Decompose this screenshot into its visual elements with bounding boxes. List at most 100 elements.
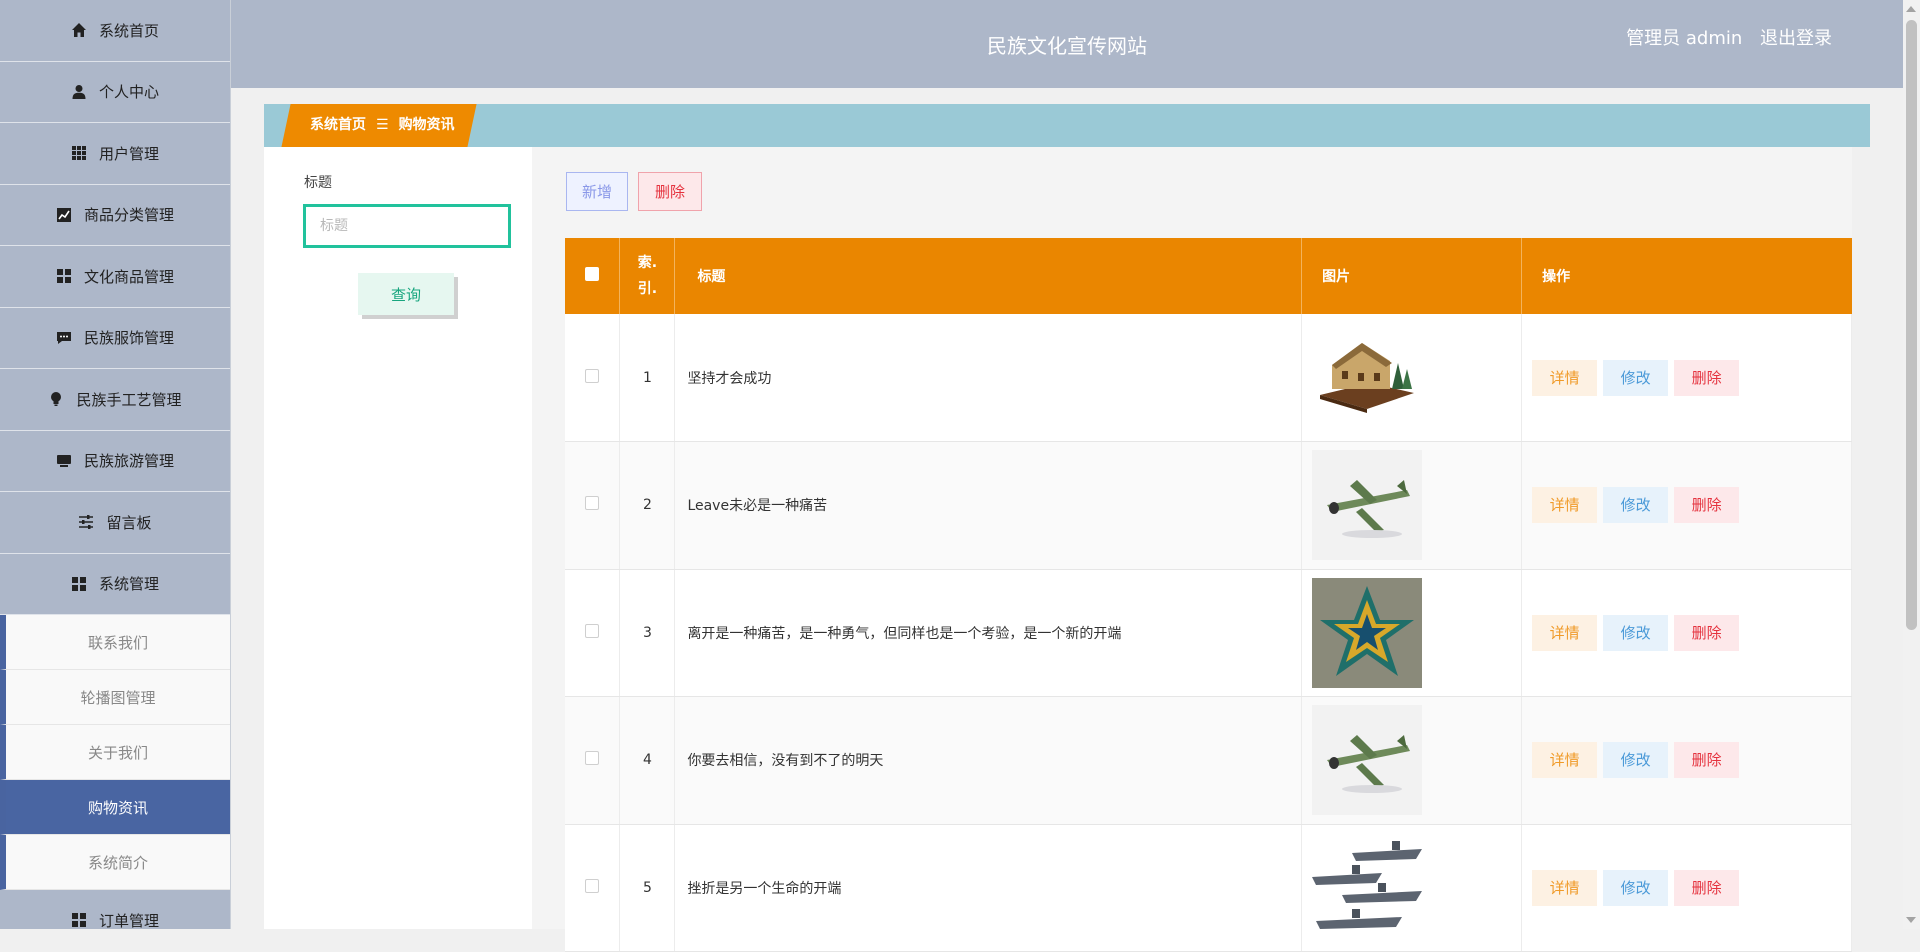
row-select-cell — [565, 314, 621, 442]
airplane-model-image[interactable] — [1312, 450, 1423, 561]
sidebar-item-category[interactable]: 商品分类管理 — [0, 185, 230, 246]
detail-button[interactable]: 详情 — [1532, 359, 1598, 396]
scroll-up-arrow-icon[interactable] — [1906, 6, 1916, 12]
submenu-item-system-intro[interactable]: 系统简介 — [0, 835, 230, 890]
edit-button[interactable]: 修改 — [1603, 487, 1669, 524]
sidebar-item-label: 民族服饰管理 — [83, 329, 174, 348]
user-label: 管理员 admin — [1626, 28, 1743, 49]
top-header: 民族文化宣传网站 管理员 admin 退出登录 — [231, 0, 1920, 88]
sidebar-item-label: 商品分类管理 — [83, 206, 174, 225]
delete-button[interactable]: 删除 — [1674, 742, 1740, 779]
sidebar-item-orders[interactable]: 订单管理 — [0, 890, 230, 929]
breadcrumb-home[interactable]: 系统首页 — [310, 117, 366, 133]
row-ops: 详情 修改 删除 — [1521, 696, 1852, 825]
row-checkbox[interactable] — [585, 368, 600, 383]
row-ops: 详情 修改 删除 — [1521, 569, 1852, 697]
submenu-item-about[interactable]: 关于我们 — [0, 725, 230, 780]
sidebar-item-label: 系统管理 — [98, 575, 159, 594]
delete-button[interactable]: 删除 — [1674, 487, 1740, 524]
image-header: 图片 — [1301, 238, 1523, 314]
table-header-row: 索. 引. 标题 图片 操作 — [565, 238, 1852, 314]
sidebar-item-home[interactable]: 系统首页 — [0, 0, 230, 62]
scrollbar-thumb[interactable] — [1906, 20, 1917, 630]
row-image-cell — [1301, 441, 1523, 570]
page-scrollbar[interactable] — [1903, 0, 1920, 929]
user-icon — [71, 84, 87, 100]
sidebar-item-users[interactable]: 用户管理 — [0, 123, 230, 185]
edit-button[interactable]: 修改 — [1603, 614, 1669, 651]
chart-icon — [56, 207, 72, 223]
row-ops: 详情 修改 删除 — [1521, 824, 1852, 952]
submenu-item-carousel[interactable]: 轮播图管理 — [0, 670, 230, 725]
apps-icon — [71, 912, 87, 928]
house-model-image[interactable] — [1312, 322, 1423, 433]
row-select-cell — [565, 696, 621, 825]
row-checkbox[interactable] — [585, 878, 600, 893]
ships-model-image[interactable] — [1312, 832, 1423, 943]
submenu-item-contact[interactable]: 联系我们 — [0, 615, 230, 670]
row-index: 3 — [619, 569, 676, 697]
index-header: 索. 引. — [619, 238, 676, 314]
sidebar-item-label: 用户管理 — [98, 144, 159, 163]
row-title: 你要去相信，没有到不了的明天 — [674, 696, 1303, 825]
sidebar-item-profile[interactable]: 个人中心 — [0, 62, 230, 123]
airplane-model-image[interactable] — [1312, 705, 1423, 816]
scroll-down-arrow-icon[interactable] — [1906, 917, 1916, 923]
bulb-icon — [48, 391, 64, 407]
row-title: Leave未必是一种痛苦 — [674, 441, 1303, 570]
detail-button[interactable]: 详情 — [1532, 742, 1598, 779]
sidebar-item-label: 系统首页 — [98, 21, 159, 40]
ops-header: 操作 — [1521, 238, 1852, 314]
data-table: 索. 引. 标题 图片 操作 1 坚持才会成功 详情 修改 删除 2 Leave… — [565, 238, 1852, 952]
row-image-cell — [1301, 314, 1523, 442]
sidebar-item-tourism[interactable]: 民族旅游管理 — [0, 431, 230, 492]
sidebar-item-goods[interactable]: 文化商品管理 — [0, 246, 230, 308]
detail-button[interactable]: 详情 — [1532, 869, 1598, 906]
search-label: 标题 — [304, 175, 332, 191]
edit-button[interactable]: 修改 — [1603, 359, 1669, 396]
row-title: 坚持才会成功 — [674, 314, 1303, 442]
select-all-checkbox[interactable] — [585, 267, 600, 281]
user-area: 管理员 admin 退出登录 — [1626, 24, 1832, 50]
star-puzzle-image[interactable] — [1312, 577, 1423, 688]
breadcrumb-separator-icon: ☰ — [376, 117, 389, 133]
sidebar-item-system[interactable]: 系统管理 — [0, 554, 230, 615]
sidebar-item-costume[interactable]: 民族服饰管理 — [0, 308, 230, 369]
row-image-cell — [1301, 569, 1523, 697]
row-select-cell — [565, 824, 621, 952]
sidebar-item-label: 民族手工艺管理 — [76, 390, 182, 409]
sidebar-item-handicraft[interactable]: 民族手工艺管理 — [0, 369, 230, 431]
batch-delete-button[interactable]: 删除 — [638, 172, 702, 211]
row-checkbox[interactable] — [585, 496, 600, 511]
query-button[interactable]: 查询 — [358, 273, 454, 315]
apps-icon — [56, 268, 72, 284]
table-row: 5 挫折是另一个生命的开端 详情 修改 删除 — [565, 824, 1852, 952]
sidebar-item-label: 文化商品管理 — [83, 267, 174, 286]
delete-button[interactable]: 删除 — [1674, 614, 1740, 651]
logout-link[interactable]: 退出登录 — [1760, 28, 1832, 49]
apps-icon — [71, 576, 87, 592]
row-index: 1 — [619, 314, 676, 442]
detail-button[interactable]: 详情 — [1532, 487, 1598, 524]
edit-button[interactable]: 修改 — [1603, 869, 1669, 906]
title-search-input[interactable] — [303, 204, 511, 248]
row-checkbox[interactable] — [585, 623, 600, 638]
detail-button[interactable]: 详情 — [1532, 614, 1598, 651]
row-select-cell — [565, 441, 621, 570]
row-image-cell — [1301, 696, 1523, 825]
add-button[interactable]: 新增 — [566, 172, 628, 211]
row-title: 挫折是另一个生命的开端 — [674, 824, 1303, 952]
index-header-line1: 索. — [637, 255, 658, 271]
index-header-line2: 引. — [637, 281, 658, 297]
delete-button[interactable]: 删除 — [1674, 869, 1740, 906]
sidebar-item-messages[interactable]: 留言板 — [0, 492, 230, 554]
row-title: 离开是一种痛苦，是一种勇气，但同样也是一个考验，是一个新的开端 — [674, 569, 1303, 697]
edit-button[interactable]: 修改 — [1603, 742, 1669, 779]
row-index: 4 — [619, 696, 676, 825]
submenu-item-shopping-news[interactable]: 购物资讯 — [0, 780, 230, 835]
sidebar-item-label: 民族旅游管理 — [83, 452, 174, 471]
sidebar-item-label: 留言板 — [106, 513, 152, 532]
row-index: 5 — [619, 824, 676, 952]
delete-button[interactable]: 删除 — [1674, 359, 1740, 396]
row-checkbox[interactable] — [585, 751, 600, 766]
